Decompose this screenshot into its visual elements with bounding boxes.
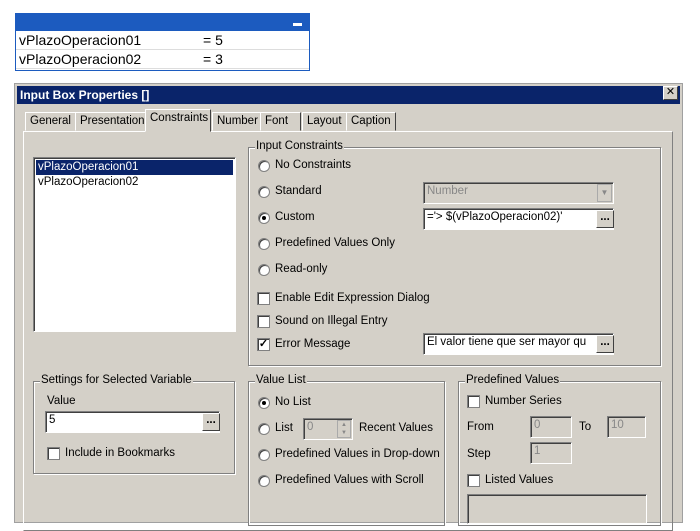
error-message-button[interactable]: ...: [596, 335, 614, 353]
from-label: From: [467, 421, 494, 433]
read-only-radio[interactable]: [258, 264, 270, 276]
group-label: Value List: [255, 374, 307, 386]
variable-value[interactable]: = 5: [203, 31, 223, 50]
to-label: To: [579, 421, 592, 433]
scroll-radio[interactable]: [258, 475, 270, 487]
group-label: Input Constraints: [255, 140, 344, 152]
close-button[interactable]: ✕: [663, 86, 678, 100]
predefined-only-radio[interactable]: [258, 238, 270, 250]
value-input[interactable]: 5: [45, 411, 220, 433]
step-label: Step: [467, 448, 491, 460]
radio-label: Read-only: [275, 263, 328, 275]
checkbox-label: Include in Bookmarks: [65, 447, 175, 459]
radio-label: List: [275, 422, 293, 434]
from-input[interactable]: 0: [530, 416, 572, 438]
group-label: Settings for Selected Variable: [40, 374, 193, 386]
checkbox-label: Error Message: [275, 338, 351, 350]
tab-font[interactable]: Font: [260, 112, 301, 131]
input-value: El valor tiene que ser mayor qu: [427, 336, 587, 348]
input-value: 5: [49, 414, 56, 426]
dialog-title: Input Box Properties []: [17, 86, 680, 104]
radio-label: Predefined Values in Drop-down: [275, 448, 440, 460]
value-expression-button[interactable]: ...: [202, 413, 220, 431]
table-row[interactable]: vPlazoOperacion02 = 3: [16, 50, 309, 69]
custom-radio[interactable]: [258, 212, 270, 224]
custom-expression-button[interactable]: ...: [596, 210, 614, 228]
input-value: ='> $(vPlazoOperacion02)': [427, 211, 563, 223]
checkbox-label: Number Series: [485, 395, 562, 407]
minimize-icon[interactable]: [293, 23, 302, 26]
value-label: Value: [47, 395, 76, 407]
radio-label: Standard: [275, 185, 322, 197]
variable-name: vPlazoOperacion01: [19, 32, 142, 48]
checkbox-label: Listed Values: [485, 474, 554, 486]
widget-header: [16, 14, 309, 31]
number-series-checkbox[interactable]: [467, 395, 480, 408]
tab-number[interactable]: Number: [212, 112, 263, 131]
checkbox-label: Sound on Illegal Entry: [275, 315, 388, 327]
chevron-down-icon[interactable]: ▼: [597, 184, 612, 202]
tab-general[interactable]: General: [25, 112, 76, 131]
list-item[interactable]: vPlazoOperacion01: [35, 159, 234, 176]
recent-values-label: Recent Values: [359, 422, 433, 434]
tab-constraints[interactable]: Constraints: [145, 109, 211, 132]
enable-edit-checkbox[interactable]: [257, 292, 270, 305]
tab-caption[interactable]: Caption: [346, 112, 396, 131]
select-value: Number: [427, 185, 468, 197]
list-radio[interactable]: [258, 423, 270, 435]
standard-select[interactable]: Number: [423, 182, 614, 204]
checkbox-label: Enable Edit Expression Dialog: [275, 292, 430, 304]
no-constraints-radio[interactable]: [258, 160, 270, 172]
list-item[interactable]: vPlazoOperacion02: [36, 175, 233, 190]
custom-expression-input[interactable]: ='> $(vPlazoOperacion02)': [423, 208, 614, 230]
sound-checkbox[interactable]: [257, 315, 270, 328]
listed-values-box[interactable]: [467, 494, 647, 524]
input-value: 1: [534, 445, 541, 457]
error-message-checkbox[interactable]: ✓: [257, 338, 270, 351]
group-label: Predefined Values: [465, 374, 561, 386]
standard-radio[interactable]: [258, 186, 270, 198]
step-input[interactable]: 1: [530, 442, 572, 464]
radio-label: Predefined Values Only: [275, 237, 395, 249]
radio-label: No List: [275, 396, 311, 408]
variable-value[interactable]: = 3: [203, 50, 223, 69]
variable-table-widget: vPlazoOperacion01 = 5 vPlazoOperacion02 = …: [15, 13, 310, 71]
table-row[interactable]: vPlazoOperacion01 = 5: [16, 31, 309, 50]
bookmarks-checkbox[interactable]: [47, 447, 60, 460]
input-value: 10: [611, 419, 624, 431]
radio-label: Custom: [275, 211, 315, 223]
input-value: 0: [534, 419, 541, 431]
listed-values-checkbox[interactable]: [467, 474, 480, 487]
to-input[interactable]: 10: [607, 416, 646, 438]
no-list-radio[interactable]: [258, 397, 270, 409]
dropdown-radio[interactable]: [258, 449, 270, 461]
radio-label: Predefined Values with Scroll: [275, 474, 424, 486]
variable-name: vPlazoOperacion02: [19, 51, 142, 67]
input-value: 0: [307, 421, 314, 433]
variable-list[interactable]: vPlazoOperacion01 vPlazoOperacion02: [33, 157, 236, 332]
tab-layout[interactable]: Layout: [302, 112, 347, 131]
radio-label: No Constraints: [275, 159, 352, 171]
spin-arrows-icon[interactable]: ▲ ▼: [337, 420, 351, 438]
tab-presentation[interactable]: Presentation: [75, 112, 150, 131]
error-message-input[interactable]: El valor tiene que ser mayor qu: [423, 333, 614, 355]
